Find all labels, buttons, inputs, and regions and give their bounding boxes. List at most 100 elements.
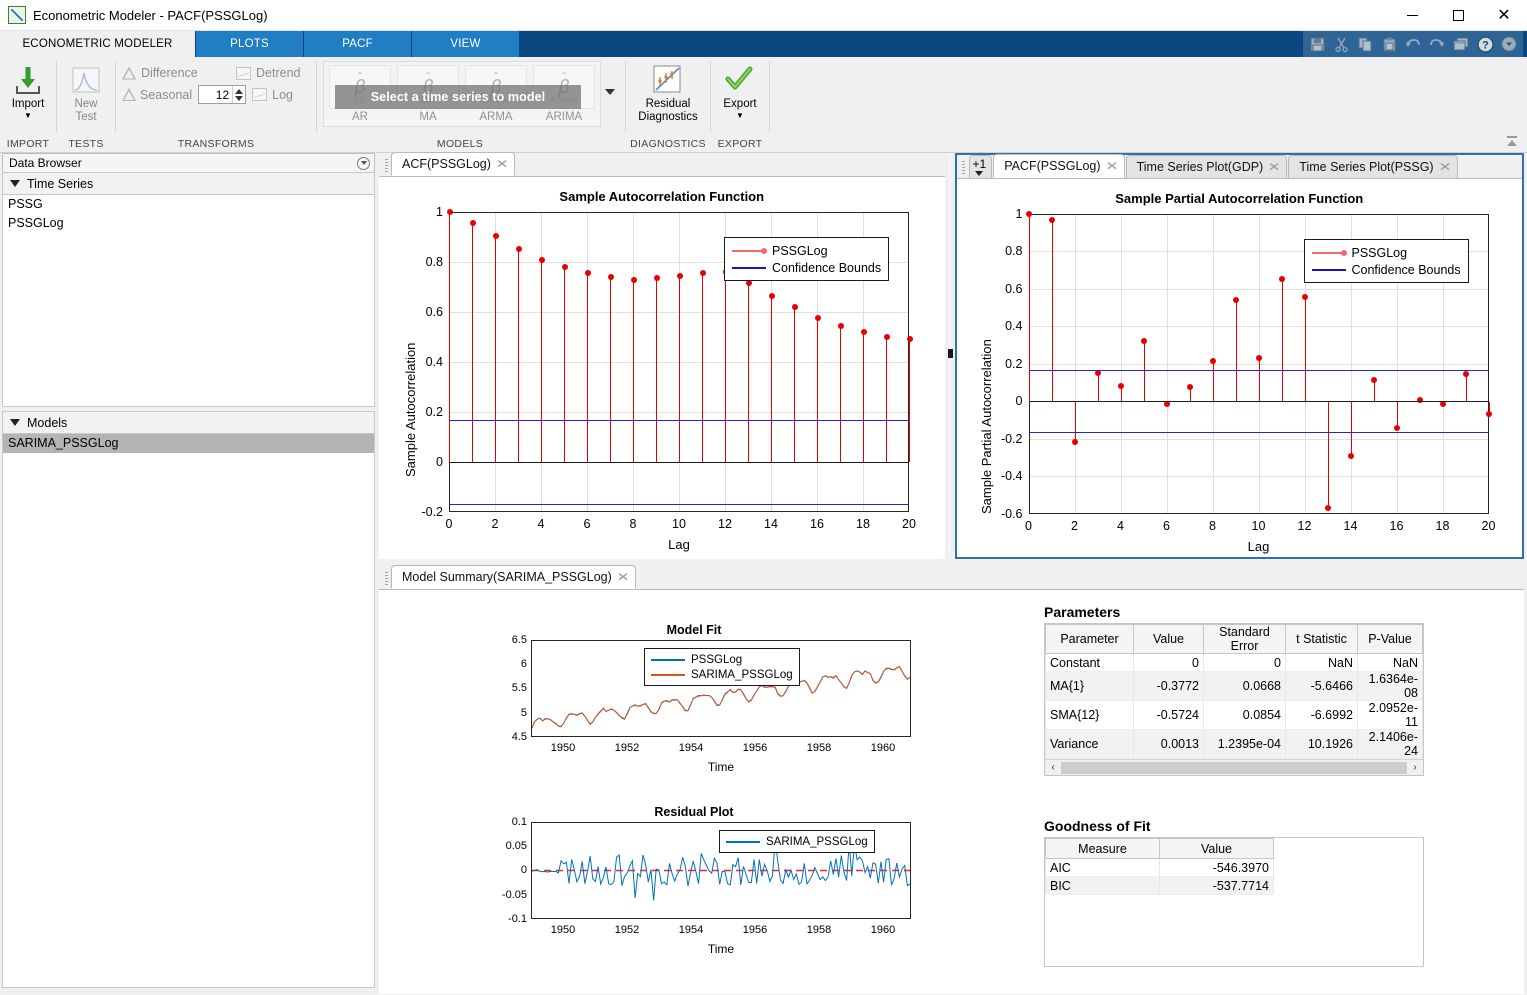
seasonal-button[interactable]: Seasonal [122,88,192,102]
col-measure[interactable]: Measure [1045,838,1160,859]
layout-icon[interactable] [1449,33,1473,55]
ar-label: AR [352,111,368,123]
table-row[interactable]: BIC -537.7714 [1045,876,1274,895]
col-standard-error[interactable]: Standard Error [1203,624,1286,654]
export-dropdown-caret[interactable]: ▼ [736,112,744,120]
tab-drag-handle[interactable] [959,158,969,178]
redo-icon[interactable] [1425,33,1449,55]
col-value[interactable]: Value [1133,624,1204,654]
maximize-button[interactable] [1435,0,1481,31]
log-button[interactable]: Log [252,88,293,102]
log-chart-icon [252,88,268,101]
ribbon-group-label-import: IMPORT [6,138,50,150]
models-list[interactable]: SARIMA_PSSGLog [2,434,375,988]
section-header-models[interactable]: Models [2,411,375,434]
divider [769,61,770,132]
scroll-thumb[interactable] [1061,761,1407,774]
table-row[interactable]: SMA{12} -0.5724 0.0854 -6.6992 2.0952e-11 [1045,700,1423,730]
col-t-statistic[interactable]: t Statistic [1285,624,1358,654]
horizontal-splitter[interactable] [944,153,955,559]
table-row[interactable]: Variance 0.0013 1.2395e-04 10.1926 2.1406e-2… [1045,729,1423,759]
panel-options-icon[interactable] [357,156,370,170]
stem-marker [607,274,614,281]
stem-line [1465,374,1467,402]
difference-button[interactable]: Difference [122,66,230,80]
model-fit-xtick: 1960 [870,742,896,754]
tab-overflow-button[interactable]: +1 [968,155,993,178]
ribbon-group-label-models: MODELS [436,138,484,150]
scroll-left-icon[interactable]: ‹ [1046,762,1060,773]
collapse-ribbon-icon[interactable] [1503,132,1521,150]
stem-marker [860,328,867,335]
import-button[interactable]: Import ▼ [6,61,50,120]
acf-canvas[interactable]: Sample Autocorrelation Function Sample A… [379,177,945,559]
stem-line [1327,401,1329,508]
tab-acf-pssglog[interactable]: ACF(PSSGLog) ✕ [391,152,515,176]
ma-model-button[interactable]: ̂βMA MA [395,65,461,123]
col-p-value[interactable]: P-Value [1357,624,1423,654]
new-test-button[interactable]: New Test [63,61,109,124]
acf-xtick: 2 [491,517,499,531]
tab-view[interactable]: VIEW [412,31,520,57]
detrend-button[interactable]: Detrend [236,66,314,80]
list-item-sarima-pssglog[interactable]: SARIMA_PSSGLog [3,434,374,453]
tab-time-series-plot-gdp[interactable]: Time Series Plot(GDP) ✕ [1125,155,1288,178]
stepper-arrows[interactable] [232,86,245,103]
close-icon[interactable]: ✕ [616,570,629,584]
time-series-list[interactable]: PSSG PSSGLog [2,195,375,407]
model-fit-xtick: 1950 [550,742,576,754]
seasonal-period-stepper[interactable]: 12 [198,85,247,104]
tab-model-summary[interactable]: Model Summary(SARIMA_PSSGLog) ✕ [391,565,636,589]
copy-icon[interactable] [1353,33,1377,55]
acf-ytick: 0.4 [425,355,443,369]
tab-plots[interactable]: PLOTS [196,31,304,57]
stem-marker [676,272,683,279]
cut-icon[interactable] [1329,33,1353,55]
model-fit-legend-0: PSSGLog [691,653,743,666]
ar-model-button[interactable]: ̂βAR AR [327,65,393,123]
residual-diagnostics-button[interactable]: Residual Diagnostics [632,61,704,124]
arima-model-button[interactable]: ̂βARIMA ARIMA [531,65,597,123]
acf-xtick: 4 [537,517,545,531]
parameters-hscrollbar[interactable]: ‹ › [1045,759,1423,775]
help-icon[interactable]: ? [1473,33,1497,55]
acf-ytick: 0.2 [425,405,443,419]
close-icon[interactable]: ✕ [1105,159,1118,173]
table-row[interactable]: AIC -546.3970 [1045,858,1274,877]
more-icon[interactable] [1497,33,1521,55]
undo-icon[interactable] [1401,33,1425,55]
scroll-right-icon[interactable]: › [1408,762,1422,773]
export-button[interactable]: Export ▼ [717,61,763,120]
acf-upper-confidence-bound [450,420,908,421]
tab-drag-handle[interactable] [381,569,391,589]
list-item-pssglog[interactable]: PSSGLog [3,214,374,233]
tab-pacf[interactable]: PACF [304,31,412,57]
models-more-dropdown[interactable] [601,61,619,123]
stem-marker [1256,355,1262,362]
model-summary-plots: Model Fit 6.5 6 5.5 5 4.5 1950 1952 1954… [379,590,1034,994]
section-header-time-series[interactable]: Time Series [2,172,375,195]
ribbon-tab-strip: ECONOMETRIC MODELER PLOTS PACF VIEW ? [0,31,1527,57]
legend-swatch-sarima [726,840,760,843]
import-dropdown-caret[interactable]: ▼ [24,112,32,120]
tab-time-series-plot-pssg[interactable]: Time Series Plot(PSSG) ✕ [1288,155,1458,178]
tab-econometric-modeler[interactable]: ECONOMETRIC MODELER [0,31,196,57]
stem-marker [515,246,522,252]
table-row[interactable]: Constant 0 0 NaN NaN [1045,653,1423,672]
col-parameter[interactable]: Parameter [1045,624,1134,654]
splitter-grip[interactable] [947,349,953,358]
arma-model-button[interactable]: ̂βARMA ARMA [463,65,529,123]
save-icon[interactable] [1305,33,1329,55]
paste-icon[interactable] [1377,33,1401,55]
close-icon[interactable]: ✕ [1438,160,1451,174]
close-icon[interactable]: ✕ [495,157,508,171]
close-button[interactable]: ✕ [1481,0,1527,31]
table-row[interactable]: MA{1} -0.3772 0.0668 -5.6466 1.6364e-08 [1045,671,1423,701]
tab-pacf-pssglog[interactable]: PACF(PSSGLog) ✕ [993,154,1125,178]
minimize-button[interactable] [1389,0,1435,31]
col-gof-value[interactable]: Value [1159,838,1274,859]
close-icon[interactable]: ✕ [1268,160,1281,174]
pacf-canvas[interactable]: Sample Partial Autocorrelation Function … [956,179,1522,557]
list-item-pssg[interactable]: PSSG [3,195,374,214]
tab-drag-handle[interactable] [381,156,391,176]
